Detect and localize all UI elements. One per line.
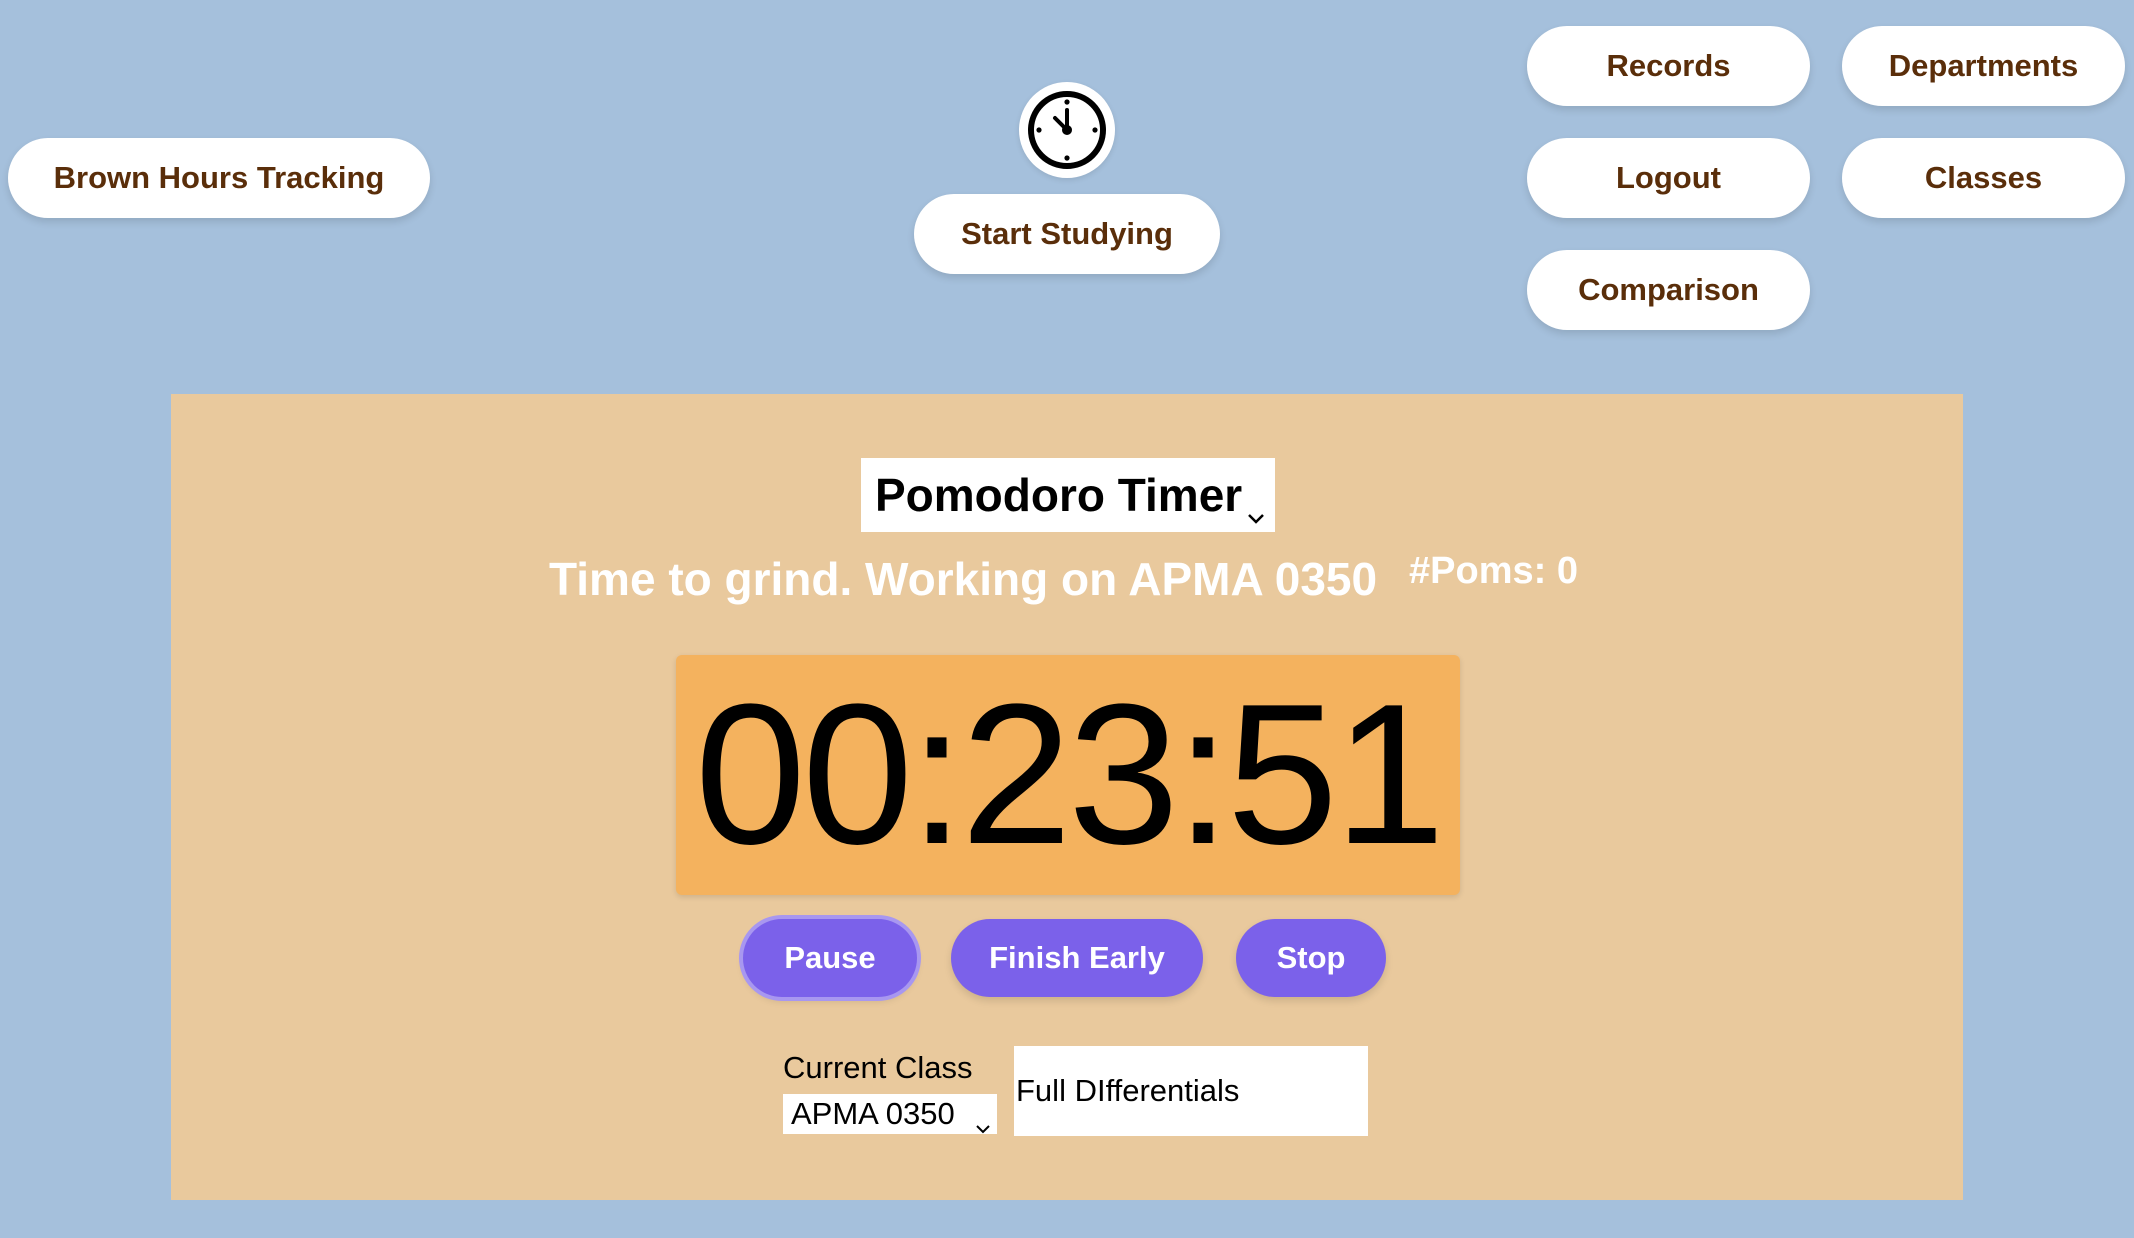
timer-panel: Pomodoro Timer Time to grind. Working on… xyxy=(171,394,1963,1200)
nav-records-button[interactable]: Records xyxy=(1527,26,1810,106)
timer-display: 00:23:51 xyxy=(694,663,1446,886)
class-description-input[interactable]: Full DIfferentials xyxy=(1014,1046,1368,1136)
start-studying-label: Start Studying xyxy=(961,216,1173,251)
status-message: Time to grind. Working on APMA 0350 xyxy=(549,553,1378,605)
nav-classes-button[interactable]: Classes xyxy=(1842,138,2125,218)
current-class-label: Current Class xyxy=(783,1050,973,1085)
stop-label: Stop xyxy=(1276,940,1346,975)
pause-label: Pause xyxy=(784,940,876,975)
nav-comparison-label: Comparison xyxy=(1578,272,1759,307)
nav-departments-label: Departments xyxy=(1888,48,2079,83)
nav-records-label: Records xyxy=(1606,48,1731,83)
timer-display-box: 00:23:51 xyxy=(676,655,1460,895)
stop-button[interactable]: Stop xyxy=(1236,919,1386,997)
nav-logout-label: Logout xyxy=(1615,160,1721,195)
nav-logout-button[interactable]: Logout xyxy=(1527,138,1810,218)
timer-mode-value: Pomodoro Timer xyxy=(875,469,1243,521)
current-class-select[interactable]: APMA 0350 xyxy=(783,1094,997,1134)
nav-classes-label: Classes xyxy=(1924,160,2043,195)
class-description-value: Full DIfferentials xyxy=(1016,1073,1240,1108)
brand-label: Brown Hours Tracking xyxy=(53,160,385,195)
nav-comparison-button[interactable]: Comparison xyxy=(1527,250,1810,330)
start-studying-button[interactable]: Start Studying xyxy=(914,194,1220,274)
clock-icon xyxy=(1019,82,1115,178)
nav-departments-button[interactable]: Departments xyxy=(1842,26,2125,106)
pom-count: #Poms: 0 xyxy=(1409,550,1578,592)
current-class-value: APMA 0350 xyxy=(791,1096,955,1131)
brand-button[interactable]: Brown Hours Tracking xyxy=(8,138,430,218)
chevron-down-icon xyxy=(1247,482,1265,536)
finish-early-button[interactable]: Finish Early xyxy=(951,919,1203,997)
chevron-down-icon xyxy=(975,1106,991,1142)
finish-early-label: Finish Early xyxy=(989,940,1165,975)
pause-button[interactable]: Pause xyxy=(743,919,917,997)
timer-mode-select[interactable]: Pomodoro Timer xyxy=(861,458,1275,532)
